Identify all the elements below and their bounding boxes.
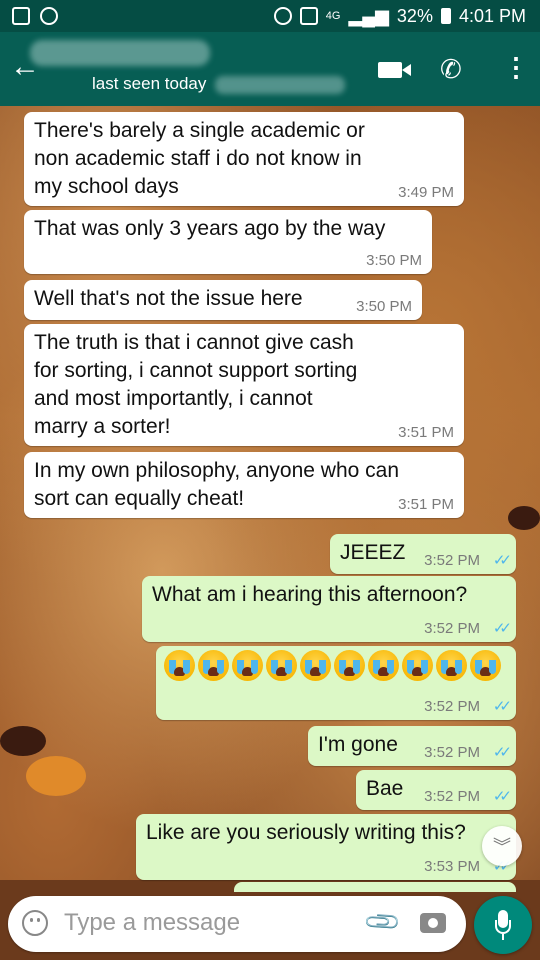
message-text: In my own philosophy, anyone who can sor… — [34, 459, 399, 510]
crying-face-icon — [470, 650, 501, 681]
more-vert-icon[interactable]: ⋮ — [503, 52, 529, 83]
message-outgoing[interactable]: JEEEZ 3:52 PM ✓✓ — [330, 534, 516, 574]
message-incoming[interactable]: That was only 3 years ago by the way 3:5… — [24, 210, 432, 274]
paperclip-icon[interactable]: 📎 — [362, 902, 404, 944]
message-outgoing[interactable]: I'm gone 3:52 PM ✓✓ — [308, 726, 516, 766]
video-call-icon[interactable] — [378, 62, 411, 78]
wallpaper-detail — [0, 726, 46, 756]
message-incoming[interactable]: The truth is that i cannot give cash for… — [24, 324, 464, 446]
mic-icon-base — [502, 934, 504, 940]
last-seen-time-redacted — [215, 76, 345, 94]
alarm-icon — [273, 7, 292, 25]
gallery-notification-icon — [12, 7, 30, 25]
read-receipt-icon: ✓✓ — [492, 744, 512, 761]
message-time: 3:49 PM — [398, 184, 454, 201]
crying-face-icon — [266, 650, 297, 681]
message-outgoing[interactable]: 3:52 PM ✓✓ — [156, 646, 516, 720]
message-outgoing-partial — [234, 882, 516, 892]
contact-name-redacted[interactable] — [30, 40, 210, 66]
read-receipt-icon: ✓✓ — [492, 620, 512, 637]
status-bar-notifications — [0, 7, 58, 25]
message-incoming[interactable]: In my own philosophy, anyone who can sor… — [24, 452, 464, 518]
wallpaper-detail — [508, 506, 540, 530]
message-text: The truth is that i cannot give cash for… — [34, 331, 358, 438]
message-outgoing[interactable]: Like are you seriously writing this? 3:5… — [136, 814, 516, 880]
message-time: 3:52 PM — [424, 698, 480, 715]
message-time: 3:52 PM — [424, 552, 480, 569]
message-outgoing[interactable]: Bae 3:52 PM ✓✓ — [356, 770, 516, 810]
message-text: Like are you seriously writing this? — [146, 821, 466, 844]
whatsapp-chat-screen: 4G ▂▄▆ 32% 4:01 PM ← last seen today ✆ ⋮… — [0, 0, 540, 960]
message-text: What am i hearing this afternoon? — [152, 583, 468, 606]
message-outgoing[interactable]: What am i hearing this afternoon? 3:52 P… — [142, 576, 516, 642]
clock: 4:01 PM — [458, 5, 526, 26]
message-input[interactable]: Type a message — [64, 909, 240, 937]
message-time: 3:52 PM — [424, 788, 480, 805]
crying-face-icon — [402, 650, 433, 681]
crying-face-icon — [368, 650, 399, 681]
whatsapp-notification-icon — [40, 7, 58, 25]
message-text: There's barely a single academic or non … — [34, 119, 365, 198]
sim-icon — [299, 7, 318, 25]
message-incoming[interactable]: Well that's not the issue here 3:50 PM — [24, 280, 422, 320]
message-time: 3:50 PM — [366, 252, 422, 269]
message-time: 3:52 PM — [424, 744, 480, 761]
status-bar-system: 4G ▂▄▆ 32% 4:01 PM — [273, 5, 540, 27]
status-bar: 4G ▂▄▆ 32% 4:01 PM — [0, 0, 540, 32]
last-seen-status: last seen today — [92, 74, 207, 93]
signal-icon: ▂▄▆ — [348, 5, 389, 26]
read-receipt-icon: ✓✓ — [492, 698, 512, 715]
battery-icon — [440, 8, 451, 24]
message-time: 3:51 PM — [398, 496, 454, 513]
crying-face-icon — [232, 650, 263, 681]
camera-icon[interactable] — [420, 913, 446, 933]
crying-face-icon — [436, 650, 467, 681]
battery-percent: 32% — [396, 5, 433, 26]
mic-icon-stand — [495, 920, 511, 934]
message-time: 3:50 PM — [356, 298, 412, 315]
read-receipt-icon: ✓✓ — [492, 552, 512, 569]
crying-face-icon — [164, 650, 195, 681]
mic-button[interactable] — [474, 896, 532, 954]
message-incoming[interactable]: There's barely a single academic or non … — [24, 112, 464, 206]
crying-face-icon — [334, 650, 365, 681]
crying-face-icon — [198, 650, 229, 681]
message-input-bar: Type a message 📎 — [8, 896, 466, 952]
crying-face-icon — [300, 650, 331, 681]
message-text: That was only 3 years ago by the way — [34, 217, 386, 240]
chat-header: ← last seen today ✆ ⋮ — [0, 32, 540, 106]
wallpaper-detail — [26, 756, 86, 796]
chevron-double-down-icon[interactable]: ︾ — [482, 826, 522, 866]
emoji-message — [156, 646, 516, 681]
emoji-icon[interactable] — [22, 910, 48, 936]
network-type: 4G — [325, 10, 341, 22]
message-text: JEEEZ — [340, 541, 406, 564]
message-time: 3:52 PM — [424, 620, 480, 637]
phone-icon[interactable]: ✆ — [440, 54, 462, 85]
message-time: 3:51 PM — [398, 424, 454, 441]
message-time: 3:53 PM — [424, 858, 480, 875]
read-receipt-icon: ✓✓ — [492, 788, 512, 805]
